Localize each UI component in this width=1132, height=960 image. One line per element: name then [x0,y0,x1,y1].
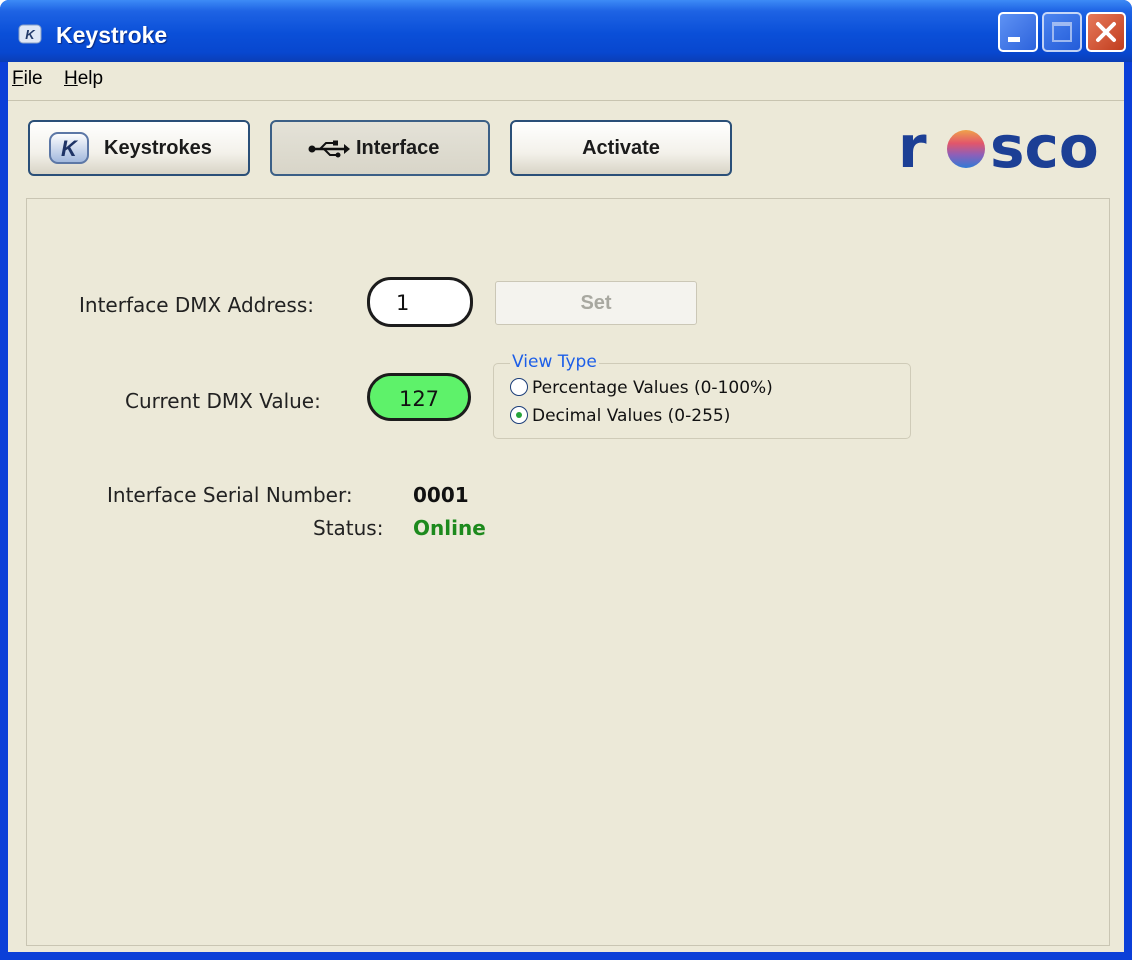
menu-help[interactable]: Help [64,68,103,90]
radio-decimal-label: Decimal Values (0-255) [532,406,731,426]
current-value-label: Current DMX Value: [125,389,321,413]
svg-text:K: K [25,27,36,42]
activate-button[interactable]: Activate [510,120,732,176]
current-value: 127 [398,387,440,411]
radio-decimal-icon[interactable] [510,406,528,424]
close-icon [1096,22,1116,42]
radio-percentage-icon[interactable] [510,378,528,396]
app-window: K Keystroke File Help K Keystrokes Inter… [0,0,1132,960]
app-icon: K [18,24,42,44]
view-type-group: View Type Percentage Values (0-100%) Dec… [493,352,911,439]
client-area: File Help K Keystrokes Interface Activat… [8,62,1124,952]
dmx-address-input[interactable]: 1 [367,277,473,327]
keystrokes-button[interactable]: K Keystrokes [28,120,250,176]
serial-value: 0001 [413,483,469,507]
minimize-icon [1008,37,1020,42]
close-button[interactable] [1086,12,1126,52]
maximize-icon [1052,22,1072,42]
dmx-address-value: 1 [396,291,410,315]
svg-text:r: r [898,117,927,177]
menu-file-label: ile [23,68,43,89]
status-value: Online [413,516,486,540]
svg-text:sco: sco [990,117,1099,177]
menu-help-label: elp [77,68,104,89]
set-button[interactable]: Set [495,281,697,325]
status-label: Status: [313,516,384,540]
interface-label: Interface [356,137,440,159]
dmx-address-label: Interface DMX Address: [79,293,314,317]
current-value-display: 127 [367,373,471,421]
keystrokes-label: Keystrokes [104,137,212,159]
interface-button[interactable]: Interface [270,120,490,176]
view-type-title: View Type [510,352,599,372]
activate-label: Activate [582,137,660,159]
radio-decimal[interactable]: Decimal Values (0-255) [510,406,730,426]
usb-icon [308,140,350,158]
svg-text:K: K [61,136,79,161]
menu-file[interactable]: File [12,68,43,90]
title-bar[interactable]: K Keystroke [0,0,1132,62]
maximize-button[interactable] [1042,12,1082,52]
interface-panel: Interface DMX Address: 1 Set Current DMX… [26,198,1110,946]
minimize-button[interactable] [998,12,1038,52]
menu-bar: File Help [8,62,1124,101]
window-title: Keystroke [56,22,168,48]
rosco-logo: r sco [898,117,1099,177]
keystrokes-icon: K [49,132,89,164]
menu-file-mnemonic: F [12,68,24,89]
radio-percentage-label: Percentage Values (0-100%) [532,378,773,398]
menu-help-mnemonic: H [64,68,78,89]
serial-label: Interface Serial Number: [107,483,353,507]
radio-percentage[interactable]: Percentage Values (0-100%) [510,378,773,398]
